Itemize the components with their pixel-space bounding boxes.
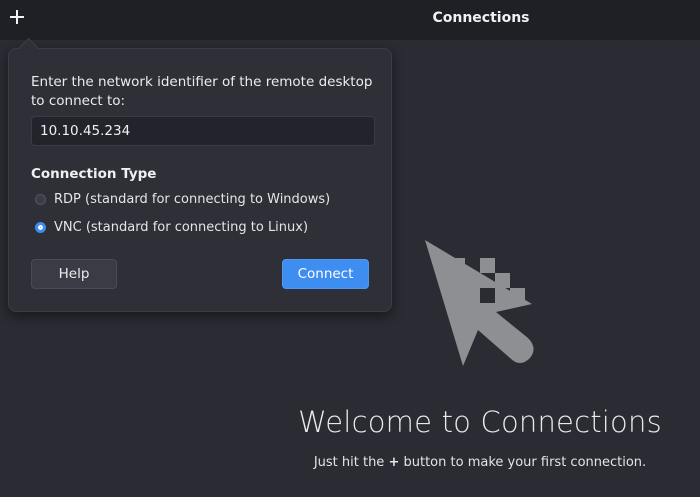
- connection-type-title: Connection Type: [31, 166, 157, 182]
- cursor-pixel-icon: [425, 240, 534, 366]
- window-title: Connections: [432, 10, 530, 26]
- headerbar: Connections: [0, 0, 700, 40]
- subtitle-text-before: Just hit the: [313, 455, 385, 470]
- radio-vnc[interactable]: VNC (standard for connecting to Linux): [35, 220, 308, 235]
- radio-unchecked-icon[interactable]: [35, 194, 46, 205]
- subtitle-plus-symbol: +: [388, 455, 400, 470]
- welcome-title: Welcome to Connections: [298, 405, 662, 439]
- connect-button[interactable]: Connect: [282, 259, 369, 289]
- radio-vnc-label: VNC (standard for connecting to Linux): [54, 220, 309, 235]
- add-connection-button[interactable]: [6, 6, 28, 28]
- popover-arrow: [17, 37, 40, 60]
- radio-rdp[interactable]: RDP (standard for connecting to Windows): [35, 192, 330, 207]
- address-input[interactable]: [31, 116, 375, 146]
- address-prompt: Enter the network identifier of the remo…: [31, 74, 373, 109]
- plus-icon: [10, 10, 24, 24]
- new-connection-popover: Enter the network identifier of the remo…: [8, 37, 392, 312]
- radio-checked-icon[interactable]: [35, 222, 46, 233]
- help-button[interactable]: Help: [31, 259, 117, 289]
- subtitle-text-after: button to make your first connection.: [403, 455, 647, 470]
- radio-rdp-label: RDP (standard for connecting to Windows): [54, 192, 331, 207]
- welcome-subtitle: Just hit the + button to make your first…: [290, 455, 670, 470]
